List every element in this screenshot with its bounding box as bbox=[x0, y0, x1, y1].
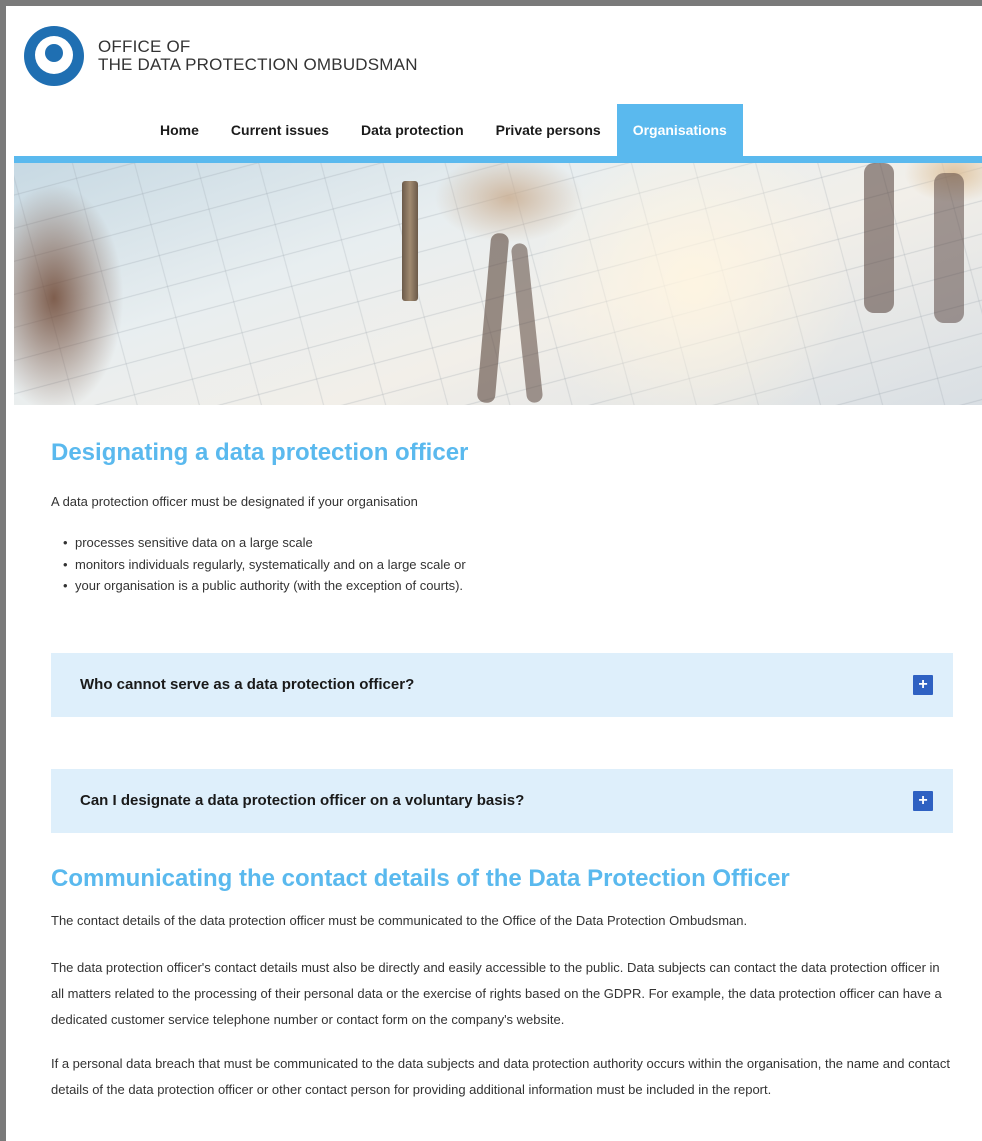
nav-underline bbox=[14, 156, 982, 163]
paragraph: If a personal data breach that must be c… bbox=[51, 1056, 950, 1097]
nav-item-organisations[interactable]: Organisations bbox=[616, 104, 743, 156]
requirements-list: processes sensitive data on a large scal… bbox=[51, 532, 466, 597]
logo-line-2: THE DATA PROTECTION OMBUDSMAN bbox=[98, 55, 418, 74]
logo-line-1: OFFICE OF bbox=[98, 37, 191, 56]
logo-text: OFFICE OF THE DATA PROTECTION OMBUDSMAN bbox=[98, 38, 418, 74]
list-item: processes sensitive data on a large scal… bbox=[63, 532, 466, 554]
ombudsman-logo-icon bbox=[24, 26, 84, 86]
plus-icon[interactable]: + bbox=[913, 791, 933, 811]
accordion-question: Can I designate a data protection office… bbox=[80, 792, 525, 809]
section-title-contact-details: Communicating the contact details of the… bbox=[51, 865, 790, 892]
plus-icon[interactable]: + bbox=[913, 675, 933, 695]
section-title-designating: Designating a data protection officer bbox=[51, 439, 469, 466]
accordion-who-cannot-serve[interactable]: Who cannot serve as a data protection of… bbox=[51, 653, 953, 717]
hero-image bbox=[14, 163, 982, 405]
accordion-question: Who cannot serve as a data protection of… bbox=[80, 676, 415, 693]
site-logo[interactable]: OFFICE OF THE DATA PROTECTION OMBUDSMAN bbox=[24, 24, 418, 88]
paragraph: The contact details of the data protecti… bbox=[51, 913, 748, 928]
list-item: monitors individuals regularly, systemat… bbox=[63, 554, 466, 576]
nav-item-home[interactable]: Home bbox=[144, 104, 215, 156]
paragraph: The data protection officer's contact de… bbox=[51, 960, 942, 1027]
intro-text: A data protection officer must be design… bbox=[51, 494, 418, 509]
list-item: your organisation is a public authority … bbox=[63, 575, 466, 597]
accordion-voluntary-basis[interactable]: Can I designate a data protection office… bbox=[51, 769, 953, 833]
page: OFFICE OF THE DATA PROTECTION OMBUDSMAN … bbox=[14, 8, 982, 1141]
nav-item-data-protection[interactable]: Data protection bbox=[345, 104, 480, 156]
nav-item-private-persons[interactable]: Private persons bbox=[480, 104, 617, 156]
main-navigation: Home Current issues Data protection Priv… bbox=[14, 104, 982, 156]
nav-item-current-issues[interactable]: Current issues bbox=[215, 104, 345, 156]
